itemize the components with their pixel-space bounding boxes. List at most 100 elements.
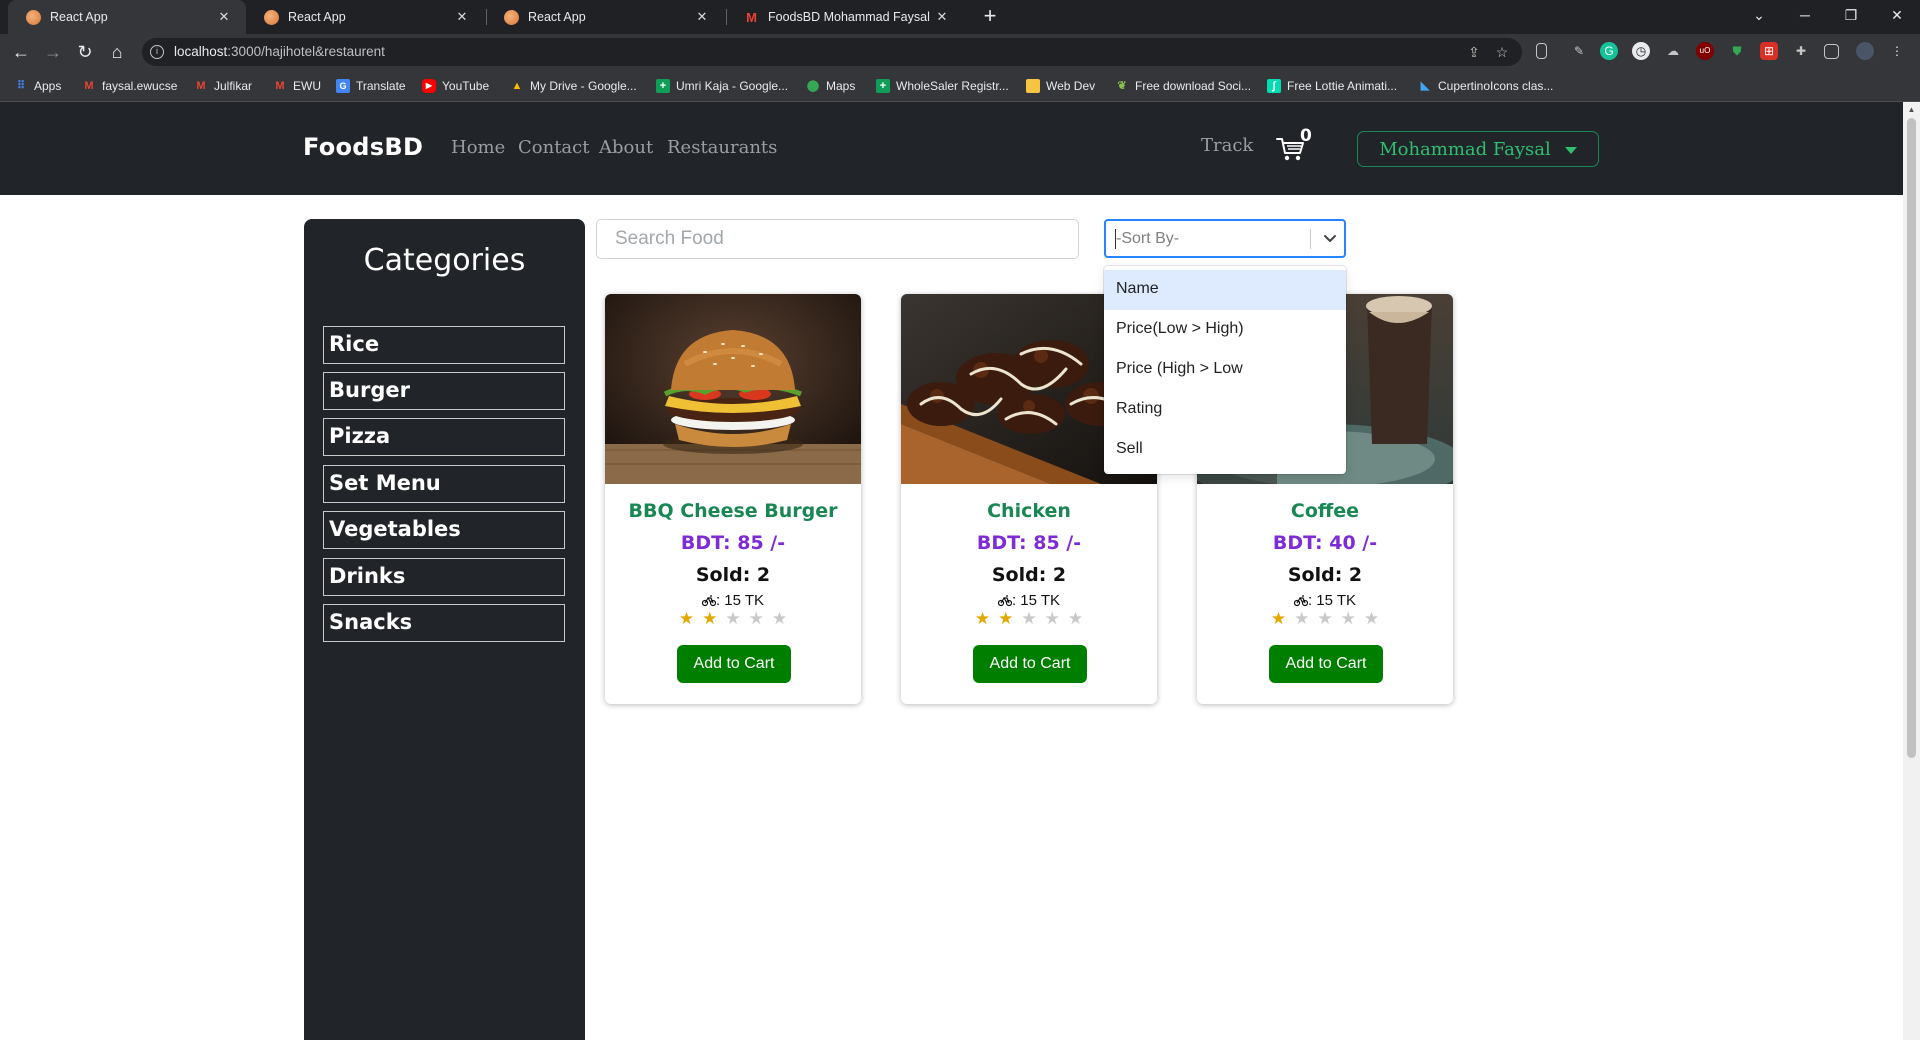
restore-icon[interactable]: ❐ [1828, 0, 1874, 30]
share-icon[interactable]: ⇪ [1464, 42, 1484, 62]
bookmark-maps[interactable]: ⬤ Maps [806, 77, 856, 95]
bookmark-wholesaler[interactable]: + WholeSaler Registr... [876, 77, 1009, 95]
flutter-icon: ◣ [1420, 80, 1430, 92]
rating-stars: ★★★★★ [901, 609, 1157, 629]
address-bar[interactable]: i localhost:3000/hajihotel&restaurent ⇪ … [142, 38, 1522, 66]
browser-toolbar: ← → ↻ ⌂ i localhost:3000/hajihotel&resta… [0, 34, 1920, 70]
new-tab-icon[interactable]: + [977, 4, 1003, 30]
site-navbar: FoodsBD Home Contact About Restaurants T… [0, 102, 1903, 195]
nav-track[interactable]: Track [1201, 135, 1253, 156]
bookmark-star-icon[interactable]: ☆ [1492, 42, 1512, 62]
minimize-icon[interactable]: ─ [1782, 0, 1828, 30]
nav-contact[interactable]: Contact [518, 137, 589, 158]
cloud-icon[interactable]: ☁ [1664, 42, 1682, 60]
clock-icon[interactable]: ◷ [1632, 42, 1650, 60]
cart-count-badge: 0 [1300, 126, 1312, 146]
window-close-icon[interactable]: ✕ [1874, 0, 1920, 30]
star-icon: ★ [678, 609, 703, 628]
sort-option-price-high-low[interactable]: Price (High > Low [1104, 350, 1346, 390]
add-to-cart-button[interactable]: Add to Cart [1269, 645, 1383, 683]
bookmark-lottie[interactable]: ∫ Free Lottie Animati... [1267, 77, 1397, 95]
bookmark-faysal[interactable]: Mfaysal.ewucse [82, 77, 177, 95]
bicycle-icon [997, 595, 1012, 607]
puzzle-icon[interactable]: ✚ [1792, 42, 1810, 60]
add-to-cart-button[interactable]: Add to Cart [677, 645, 791, 683]
scroll-up-icon[interactable]: ▲ [1903, 105, 1920, 114]
star-icon: ★ [748, 609, 772, 628]
tab-title: React App [50, 10, 108, 24]
lottie-icon: ∫ [1267, 79, 1281, 93]
tab-search-icon[interactable]: ⌄ [1736, 0, 1782, 30]
bicycle-icon [1293, 595, 1308, 607]
sort-option-sell[interactable]: Sell [1104, 430, 1346, 470]
add-to-cart-button[interactable]: Add to Cart [973, 645, 1087, 683]
bookmark-drive[interactable]: ▲ My Drive - Google... [510, 77, 637, 95]
close-icon[interactable]: ✕ [216, 9, 232, 25]
search-food-input[interactable] [596, 219, 1079, 259]
profile-avatar-icon[interactable] [1856, 42, 1874, 60]
star-icon: ★ [1044, 609, 1068, 628]
sort-by-select[interactable]: -Sort By- [1104, 219, 1346, 258]
sort-option-rating[interactable]: Rating [1104, 390, 1346, 430]
star-icon: ★ [771, 609, 796, 628]
category-burger[interactable]: Burger [323, 372, 565, 410]
forward-icon[interactable]: → [40, 39, 66, 65]
shield-icon[interactable]: ⛊ [1728, 42, 1746, 60]
bookmark-free-download[interactable]: ❦ Free download Soci... [1115, 77, 1251, 95]
food-name[interactable]: Chicken [901, 500, 1157, 522]
burger-photo [605, 294, 861, 484]
bookmark-web-dev[interactable]: Web Dev [1026, 77, 1095, 95]
bookmark-umri-kaja[interactable]: + Umri Kaja - Google... [656, 77, 788, 95]
page-viewport: FoodsBD Home Contact About Restaurants T… [0, 102, 1903, 1040]
category-rice[interactable]: Rice [323, 326, 565, 364]
category-drinks[interactable]: Drinks [323, 558, 565, 596]
tab-title: FoodsBD Mohammad Faysal - fa [768, 10, 934, 24]
bookmark-julfikar[interactable]: M Julfikar [194, 77, 252, 95]
sort-option-price-low-high[interactable]: Price(Low > High) [1104, 310, 1346, 350]
menu-kebab-icon[interactable]: ⋮ [1888, 42, 1906, 60]
category-vegetables[interactable]: Vegetables [323, 511, 565, 549]
bookmark-cupertino[interactable]: ◣ CupertinoIcons clas... [1418, 77, 1554, 95]
close-icon[interactable]: ✕ [934, 9, 950, 25]
bookmark-apps[interactable]: ⠿ Apps [14, 77, 61, 95]
side-panel-icon[interactable] [1824, 44, 1839, 59]
extension-red-icon[interactable]: ⊞ [1760, 42, 1778, 60]
bookmark-ewu[interactable]: M EWU [273, 77, 321, 95]
food-name[interactable]: Coffee [1197, 500, 1453, 522]
home-icon[interactable]: ⌂ [104, 39, 130, 65]
nav-restaurants[interactable]: Restaurants [667, 137, 777, 158]
back-icon[interactable]: ← [8, 39, 34, 65]
nav-about[interactable]: About [599, 137, 653, 158]
nav-home[interactable]: Home [451, 137, 505, 158]
tab-3[interactable]: React App ✕ [486, 0, 724, 34]
tab-2[interactable]: React App ✕ [246, 0, 484, 34]
categories-title: Categories [363, 243, 526, 278]
ublock-icon[interactable]: uO [1696, 42, 1714, 60]
tab-1[interactable]: React App ✕ [8, 0, 246, 34]
star-icon: ★ [1294, 609, 1318, 628]
device-icon[interactable] [1536, 43, 1547, 59]
reload-icon[interactable]: ↻ [72, 39, 98, 65]
close-icon[interactable]: ✕ [454, 9, 470, 25]
sheets-icon: + [656, 79, 670, 93]
url-text: localhost:3000/hajihotel&restaurent [174, 44, 385, 59]
bookmark-youtube[interactable]: ▶ YouTube [422, 77, 489, 95]
bookmark-translate[interactable]: G Translate [336, 77, 406, 95]
category-pizza[interactable]: Pizza [323, 418, 565, 456]
category-set-menu[interactable]: Set Menu [323, 465, 565, 503]
scrollbar-thumb[interactable] [1907, 118, 1916, 758]
close-icon[interactable]: ✕ [694, 9, 710, 25]
page-scrollbar[interactable]: ▲ [1903, 102, 1920, 1040]
sort-option-name[interactable]: Name [1104, 270, 1346, 310]
star-icon: ★ [1270, 609, 1295, 628]
user-menu-button[interactable]: Mohammad Faysal [1357, 131, 1599, 167]
site-info-icon[interactable]: i [150, 45, 164, 59]
food-price: BDT: 85 /- [680, 532, 786, 554]
chevron-down-icon[interactable] [1322, 228, 1338, 248]
category-snacks[interactable]: Snacks [323, 604, 565, 642]
food-name[interactable]: BBQ Cheese Burger [605, 500, 861, 522]
tab-4[interactable]: M FoodsBD Mohammad Faysal - fa ✕ [726, 0, 964, 34]
grammarly-icon[interactable]: G [1600, 42, 1618, 60]
pen-icon[interactable]: ✎ [1570, 42, 1588, 60]
brand-logo[interactable]: FoodsBD [303, 133, 423, 161]
